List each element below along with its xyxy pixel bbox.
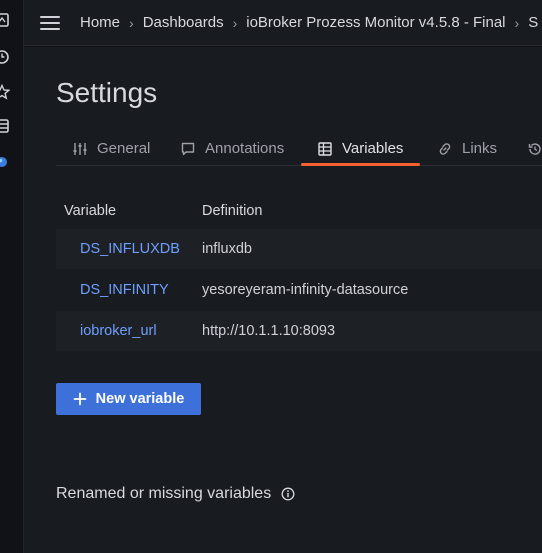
breadcrumb-settings: S <box>528 14 539 31</box>
variable-definition: http://10.1.1.10:8093 <box>202 323 336 339</box>
top-navigation-bar: Home › Dashboards › ioBroker Prozess Mon… <box>24 0 542 46</box>
variables-table: Variable Definition DS_INFLUXDB influxdb… <box>56 193 542 352</box>
tab-annotations[interactable]: Annotations <box>180 132 284 166</box>
column-header-definition: Definition <box>202 203 263 219</box>
explore-icon[interactable] <box>0 154 10 170</box>
info-circle-icon[interactable] <box>281 487 295 501</box>
tab-links[interactable]: Links <box>437 132 497 166</box>
table-row[interactable]: DS_INFINITY yesoreyeram-infinity-datasou… <box>56 270 542 310</box>
variable-name-link[interactable]: DS_INFLUXDB <box>56 241 202 257</box>
link-icon <box>439 143 451 155</box>
sliders-icon <box>73 143 87 155</box>
plus-icon <box>73 392 87 406</box>
breadcrumb-dashboard-title[interactable]: ioBroker Prozess Monitor v4.5.8 - Final <box>246 14 505 31</box>
table-icon <box>318 142 332 156</box>
history-icon <box>528 143 541 155</box>
table-row[interactable]: iobroker_url http://10.1.1.10:8093 <box>56 311 542 351</box>
tab-links-label: Links <box>462 140 498 157</box>
active-tab-indicator <box>301 163 420 166</box>
new-variable-button[interactable]: New variable <box>56 383 201 415</box>
dashboard-icon[interactable] <box>0 12 10 28</box>
tab-general[interactable]: General <box>72 132 150 166</box>
star-icon[interactable] <box>0 84 10 100</box>
variable-definition: yesoreyeram-infinity-datasource <box>202 282 409 298</box>
apps-icon[interactable] <box>0 118 10 134</box>
comment-icon <box>181 142 195 156</box>
variable-definition: influxdb <box>202 241 252 257</box>
left-sidebar <box>0 0 24 553</box>
tab-annotations-label: Annotations <box>205 140 285 157</box>
tab-versions[interactable] <box>527 132 542 166</box>
settings-tabs: General Annotations Variables Links <box>56 132 542 166</box>
tab-variables-label: Variables <box>342 140 404 157</box>
tab-variables[interactable]: Variables <box>317 132 403 166</box>
variable-name-link[interactable]: DS_INFINITY <box>56 282 202 298</box>
column-header-variable: Variable <box>64 203 117 219</box>
breadcrumb-home[interactable]: Home <box>80 14 120 31</box>
breadcrumb-separator-icon: › <box>129 14 134 31</box>
renamed-variables-title: Renamed or missing variables <box>56 485 272 502</box>
variable-name-link[interactable]: iobroker_url <box>56 323 202 339</box>
hamburger-menu-icon[interactable] <box>40 12 62 34</box>
breadcrumb-separator-icon: › <box>514 14 520 31</box>
tab-general-label: General <box>97 140 151 157</box>
table-row[interactable]: DS_INFLUXDB influxdb <box>56 229 542 269</box>
new-variable-button-label: New variable <box>95 391 185 407</box>
page-title: Settings <box>56 77 158 108</box>
renamed-variables-heading: Renamed or missing variables <box>56 485 295 503</box>
table-header-row: Variable Definition <box>56 193 542 229</box>
breadcrumb-dashboards[interactable]: Dashboards <box>143 14 224 31</box>
clock-icon[interactable] <box>0 49 10 65</box>
settings-panel: Settings General Annotations Variables L… <box>24 47 542 553</box>
breadcrumb-separator-icon: › <box>232 14 238 31</box>
